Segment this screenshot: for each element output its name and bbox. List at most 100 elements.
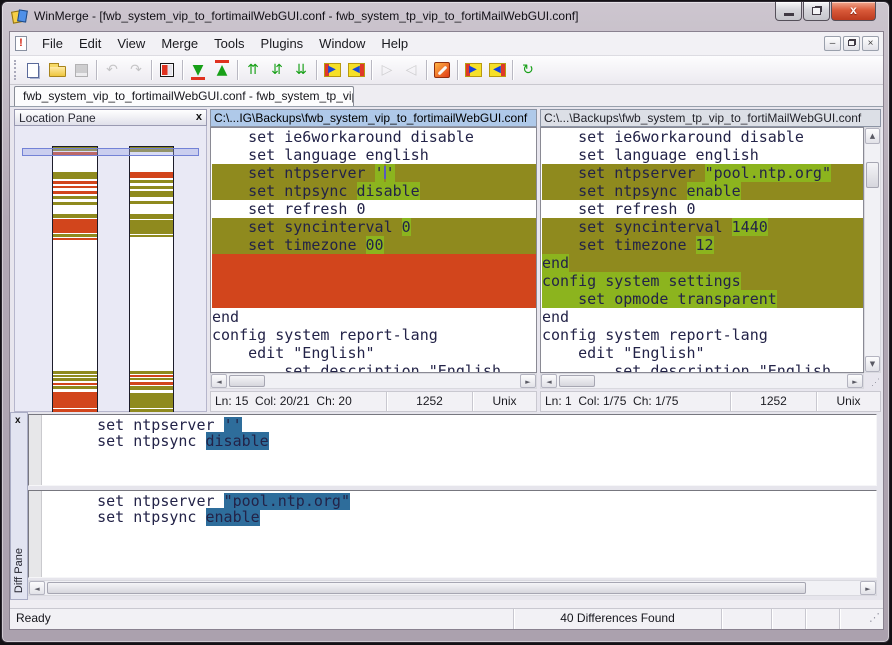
location-view-band[interactable] — [22, 148, 199, 156]
left-code-area[interactable]: set ie6workaround disable set language e… — [210, 127, 537, 373]
menu-tools[interactable]: Tools — [206, 32, 252, 55]
encoding-cell: 1252 — [730, 392, 816, 411]
first-difference-icon: ⇈ — [247, 60, 259, 80]
location-pane-close-icon[interactable]: x — [196, 112, 202, 123]
winmerge-logo-icon — [11, 8, 29, 26]
left-hscrollbar[interactable]: ◄ ► — [210, 373, 537, 389]
location-bar-right[interactable] — [129, 146, 174, 412]
undo-icon: ↶ — [106, 60, 118, 80]
copy-left-button[interactable]: ◀ — [344, 58, 368, 82]
scroll-right-icon[interactable]: ► — [847, 374, 863, 388]
right-vscrollbar[interactable]: ▲ ▼ — [864, 127, 881, 373]
right-pane-header[interactable]: C:\...\Backups\fwb_system_tp_vip_to_fort… — [540, 109, 881, 127]
code-line: set ntpserver '' — [212, 164, 536, 182]
refresh-rescan-button[interactable]: ↻ — [516, 58, 540, 82]
first-difference-button[interactable]: ⇈ — [241, 58, 265, 82]
document-icon[interactable]: ! — [15, 36, 27, 51]
cursor-position: Ln: 15 Col: 20/21 Ch: 20 — [211, 392, 386, 411]
copy-all-right-button[interactable]: ▶ — [461, 58, 485, 82]
code-line: set ntpsync enable — [542, 182, 863, 200]
copy-right-and-advance-icon: ▷ — [382, 60, 393, 80]
close-button[interactable]: x — [831, 2, 876, 21]
scroll-right-icon[interactable]: ► — [520, 374, 536, 388]
scroll-left-icon[interactable]: ◄ — [541, 374, 557, 388]
code-line: set description "English — [212, 362, 536, 373]
tab-bar: fwb_system_vip_to_fortimailWebGUI.conf -… — [10, 85, 883, 107]
open-file-button[interactable] — [45, 58, 69, 82]
location-bar-left[interactable] — [52, 146, 98, 412]
scroll-down-icon[interactable]: ▼ — [865, 356, 880, 372]
code-line: set ntpsync disable — [212, 182, 536, 200]
code-line: set description "English — [542, 362, 863, 373]
resize-grip-icon[interactable]: ⋰ — [839, 609, 883, 629]
mdi-restore-button[interactable] — [843, 36, 860, 51]
scrollbar-thumb[interactable] — [47, 582, 806, 594]
right-code-area[interactable]: set ie6workaround disable set language e… — [540, 127, 864, 373]
scroll-left-icon[interactable]: ◄ — [29, 581, 45, 595]
copy-left-and-advance-button: ◁ — [399, 58, 423, 82]
copy-all-left-icon: ◀ — [489, 63, 506, 77]
location-pane-header[interactable]: Location Pane x — [14, 109, 207, 126]
new-file-button[interactable] — [21, 58, 45, 82]
code-line: end — [542, 254, 863, 272]
code-line: edit "English" — [212, 344, 536, 362]
scrollbar-thumb[interactable] — [229, 375, 265, 387]
mdi-close-button[interactable]: × — [862, 36, 879, 51]
menu-merge[interactable]: Merge — [153, 32, 206, 55]
status-bar: Ready 40 Differences Found ⋰ — [10, 608, 883, 629]
status-cell — [805, 609, 839, 629]
copy-right-and-advance-button: ▷ — [375, 58, 399, 82]
diff-pane-right-text[interactable]: set ntpserver "pool.ntp.org" set ntpsync… — [28, 490, 877, 578]
copy-right-button[interactable]: ▶ — [320, 58, 344, 82]
next-difference-button[interactable]: ▼ — [186, 58, 210, 82]
code-line: end — [542, 308, 863, 326]
last-difference-button[interactable]: ⇊ — [289, 58, 313, 82]
menu-file[interactable]: File — [34, 32, 71, 55]
toolbar-grip[interactable] — [14, 60, 17, 80]
select-line-diff-button[interactable] — [155, 58, 179, 82]
minimize-button[interactable] — [775, 2, 802, 21]
menu-help[interactable]: Help — [373, 32, 416, 55]
code-line: set syncinterval 0 — [212, 218, 536, 236]
redo-button: ↷ — [124, 58, 148, 82]
right-pane-statusbar: Ln: 1 Col: 1/75 Ch: 1/75 1252 Unix — [540, 391, 881, 412]
new-file-icon — [27, 63, 39, 78]
copy-all-right-icon: ▶ — [465, 63, 482, 77]
menu-window[interactable]: Window — [311, 32, 373, 55]
copy-all-left-button[interactable]: ◀ — [485, 58, 509, 82]
scrollbar-thumb[interactable] — [559, 375, 595, 387]
menu-plugins[interactable]: Plugins — [253, 32, 312, 55]
code-line: set ntpsync disable — [61, 433, 876, 449]
code-line: config system report-lang — [212, 326, 536, 344]
status-message: Ready — [10, 609, 513, 629]
right-hscrollbar[interactable]: ◄ ► — [540, 373, 864, 389]
title-bar[interactable]: WinMerge - [fwb_system_vip_to_fortimailW… — [2, 2, 889, 31]
scroll-up-icon[interactable]: ▲ — [865, 128, 880, 144]
location-pane-body[interactable] — [14, 126, 207, 412]
left-pane-statusbar: Ln: 15 Col: 20/21 Ch: 20 1252 Unix — [210, 391, 537, 412]
code-line: set timezone 00 — [212, 236, 536, 254]
scroll-left-icon[interactable]: ◄ — [211, 374, 227, 388]
select-line-diff-icon — [160, 63, 174, 77]
scrollbar-thumb[interactable] — [866, 162, 879, 188]
left-pane-header[interactable]: C:\...IG\Backups\fwb_system_vip_to_forti… — [210, 109, 537, 127]
menu-edit[interactable]: Edit — [71, 32, 109, 55]
copy-left-icon: ◀ — [348, 63, 365, 77]
diff-pane-hscrollbar[interactable]: ◄ ► — [28, 580, 877, 596]
tab-file-compare[interactable]: fwb_system_vip_to_fortimailWebGUI.conf -… — [14, 86, 354, 106]
left-editor-pane: C:\...IG\Backups\fwb_system_vip_to_forti… — [210, 109, 537, 412]
scroll-right-icon[interactable]: ► — [860, 581, 876, 595]
options-button[interactable] — [430, 58, 454, 82]
code-line: set refresh 0 — [542, 200, 863, 218]
menu-view[interactable]: View — [109, 32, 153, 55]
code-line: set syncinterval 1440 — [542, 218, 863, 236]
diff-pane-titlebar[interactable]: x Diff Pane — [10, 412, 28, 600]
restore-button[interactable] — [803, 2, 830, 21]
minimize-icon — [784, 13, 794, 16]
previous-difference-button[interactable]: ▲ — [210, 58, 234, 82]
previous-difference-icon: ▲ — [217, 60, 228, 80]
mdi-minimize-button[interactable]: – — [824, 36, 841, 51]
diff-pane-left-text[interactable]: set ntpserver '' set ntpsync disable — [28, 414, 877, 486]
diff-pane-close-icon[interactable]: x — [15, 415, 21, 426]
current-difference-button[interactable]: ⇵ — [265, 58, 289, 82]
